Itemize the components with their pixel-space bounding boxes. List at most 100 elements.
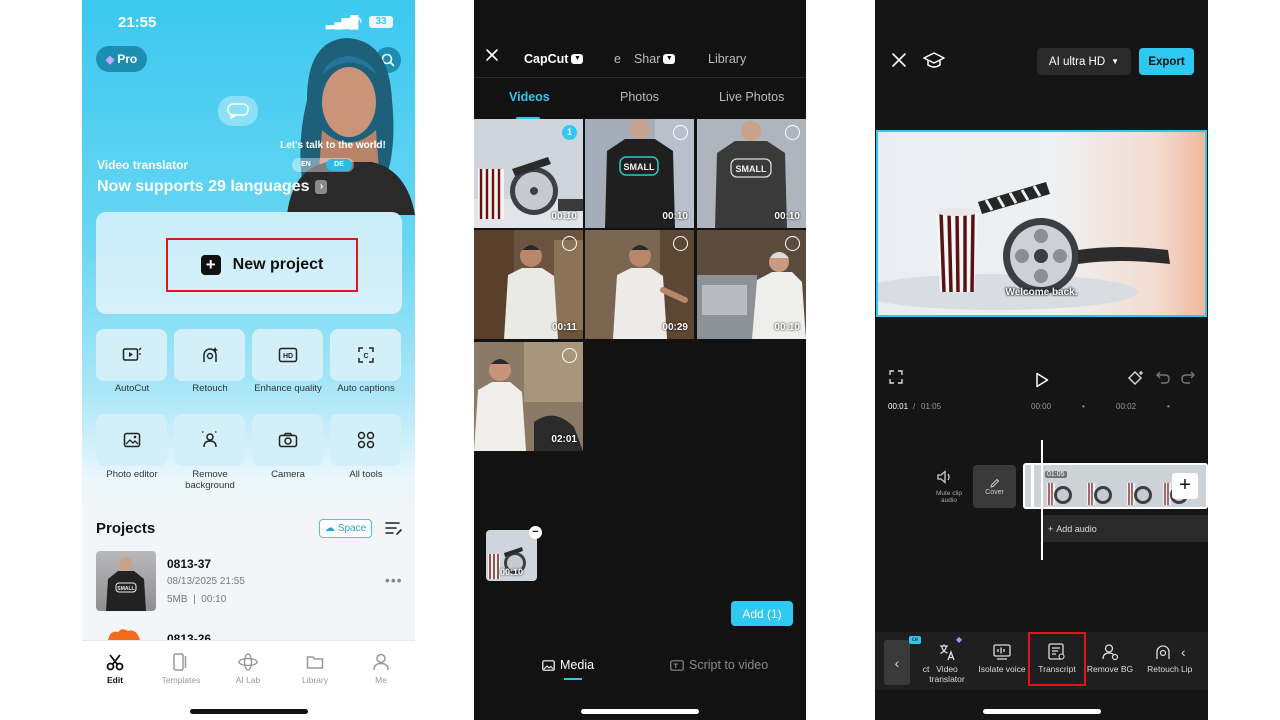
source-share-prefix: e: [614, 52, 621, 66]
nav-library[interactable]: Library: [282, 651, 348, 685]
video-preview[interactable]: Welcome back.: [876, 130, 1207, 317]
ruler-tick: 00:02: [1116, 402, 1137, 411]
media-duration: 00:10: [774, 211, 800, 222]
lang-to: DE: [326, 159, 352, 171]
media-item[interactable]: SMALL 00:10: [585, 119, 694, 228]
nav-templates[interactable]: Templates: [148, 651, 214, 685]
editor-top-bar: AI ultra HD ▼ Export: [875, 48, 1208, 76]
edit-list-icon[interactable]: [385, 520, 403, 536]
tool-lip[interactable]: ‹ Lip: [1181, 642, 1208, 674]
pro-button[interactable]: ◆ Pro: [96, 46, 147, 72]
selection-indicator[interactable]: [562, 348, 577, 363]
media-item[interactable]: SMALL 00:10: [697, 119, 806, 228]
selection-indicator[interactable]: [673, 125, 688, 140]
play-icon[interactable]: [1035, 372, 1049, 388]
close-icon[interactable]: [485, 48, 499, 62]
tab-videos[interactable]: Videos: [509, 90, 550, 104]
new-project-card[interactable]: + New project: [96, 212, 402, 314]
tool-camera-label: Camera: [271, 469, 305, 480]
project-date: 08/13/2025 21:55: [167, 576, 245, 587]
tool-autocut-label: AutoCut: [114, 383, 150, 394]
mute-clip-audio-label: Mute clip audio: [935, 490, 962, 504]
more-icon[interactable]: •••: [385, 572, 403, 588]
media-picker-screen: CapCut ▼ e Shar ▼ Library Videos Photos …: [474, 0, 806, 720]
project-thumbnail[interactable]: SMALL: [96, 551, 156, 611]
export-button[interactable]: Export: [1139, 48, 1194, 75]
selection-indicator[interactable]: [673, 236, 688, 251]
media-item[interactable]: 1 00:10: [474, 119, 583, 228]
new-project-button[interactable]: + New project: [166, 238, 358, 292]
svg-text:SMALL: SMALL: [117, 586, 134, 592]
svg-text:SMALL: SMALL: [736, 164, 767, 174]
tool-camera[interactable]: [252, 414, 323, 466]
tool-retouch[interactable]: [174, 329, 245, 381]
banner-link[interactable]: Now supports 29 languages ›: [97, 178, 328, 196]
tutorial-icon[interactable]: [923, 51, 945, 71]
templates-icon: [173, 653, 187, 671]
undo-icon[interactable]: [1156, 370, 1170, 384]
tool-all-tools-label: All tools: [349, 469, 383, 480]
nav-ai-lab[interactable]: AI Lab: [215, 651, 281, 685]
plus-icon: +: [200, 255, 221, 275]
tool-enhance-quality[interactable]: HD: [252, 329, 323, 381]
fullscreen-icon[interactable]: [889, 370, 903, 384]
speaker-icon[interactable]: [937, 470, 953, 484]
close-icon[interactable]: [891, 52, 907, 68]
isolate-voice-icon: [993, 644, 1011, 660]
tab-script-to-video[interactable]: Script to video: [670, 658, 768, 672]
project-meta: 5MB | 00:10: [167, 594, 227, 605]
selection-indicator[interactable]: [785, 125, 800, 140]
nav-library-label: Library: [302, 675, 328, 685]
redo-icon[interactable]: [1181, 370, 1195, 384]
keyframe-icon[interactable]: [1128, 370, 1146, 386]
media-duration: 00:29: [662, 322, 688, 333]
language-toggle: EN DE: [292, 158, 354, 172]
chevron-down-icon: ▼: [663, 54, 676, 64]
media-item[interactable]: 00:29: [585, 230, 694, 339]
media-item[interactable]: 02:01: [474, 342, 583, 451]
hd-icon: HD: [278, 347, 297, 363]
playback-controls: [875, 370, 1208, 392]
tool-auto-captions[interactable]: C: [330, 329, 401, 381]
cover-button[interactable]: Cover: [973, 465, 1016, 508]
tab-live-photos[interactable]: Live Photos: [719, 90, 784, 104]
tool-all-tools[interactable]: [330, 414, 401, 466]
source-library[interactable]: Library: [708, 52, 746, 66]
remove-clip-button[interactable]: −: [529, 526, 542, 539]
add-button[interactable]: Add (1): [731, 601, 793, 626]
subtitle-caption: Welcome back.: [1005, 287, 1078, 298]
tool-autocut[interactable]: [96, 329, 167, 381]
add-audio-button[interactable]: + Add audio: [1041, 515, 1208, 542]
tool-isolate-voice[interactable]: Isolate voice: [974, 642, 1030, 674]
media-item[interactable]: 00:10: [697, 230, 806, 339]
tab-photos[interactable]: Photos: [620, 90, 659, 104]
banner-subtitle: Now supports 29 languages: [97, 178, 310, 195]
source-share[interactable]: e Shar ▼: [614, 52, 676, 66]
selection-indicator[interactable]: [785, 236, 800, 251]
timeline[interactable]: Mute clip audio Cover 01:05 + + Add audi…: [875, 440, 1208, 560]
folder-icon: [306, 656, 324, 669]
selected-clip-thumbnail[interactable]: 00:10: [486, 530, 537, 581]
selection-indicator[interactable]: 1: [562, 125, 577, 140]
tool-remove-bg[interactable]: Remove BG: [1082, 642, 1138, 674]
quality-dropdown[interactable]: AI ultra HD ▼: [1037, 48, 1131, 75]
plus-icon: +: [1048, 523, 1054, 534]
media-item[interactable]: 00:11: [474, 230, 583, 339]
tab-media[interactable]: Media: [542, 658, 594, 672]
project-thumbnail-2[interactable]: [106, 628, 142, 640]
tool-photo-editor[interactable]: [96, 414, 167, 466]
tool-video-translator[interactable]: Video translator: [919, 642, 975, 684]
lang-from: EN: [301, 161, 311, 168]
wifi-icon: ◠: [350, 13, 363, 29]
playhead[interactable]: [1041, 440, 1043, 560]
source-capcut[interactable]: CapCut ▼: [524, 52, 584, 66]
space-button[interactable]: ☁ Space: [319, 519, 372, 538]
add-clip-button[interactable]: +: [1172, 473, 1198, 499]
space-label: Space: [337, 523, 367, 534]
selection-indicator[interactable]: [562, 236, 577, 251]
nav-me[interactable]: Me: [348, 651, 414, 685]
selected-clip-duration: 00:10: [500, 567, 524, 577]
nav-edit[interactable]: Edit: [82, 651, 148, 685]
tool-remove-background[interactable]: [174, 414, 245, 466]
home-indicator: [581, 709, 699, 714]
